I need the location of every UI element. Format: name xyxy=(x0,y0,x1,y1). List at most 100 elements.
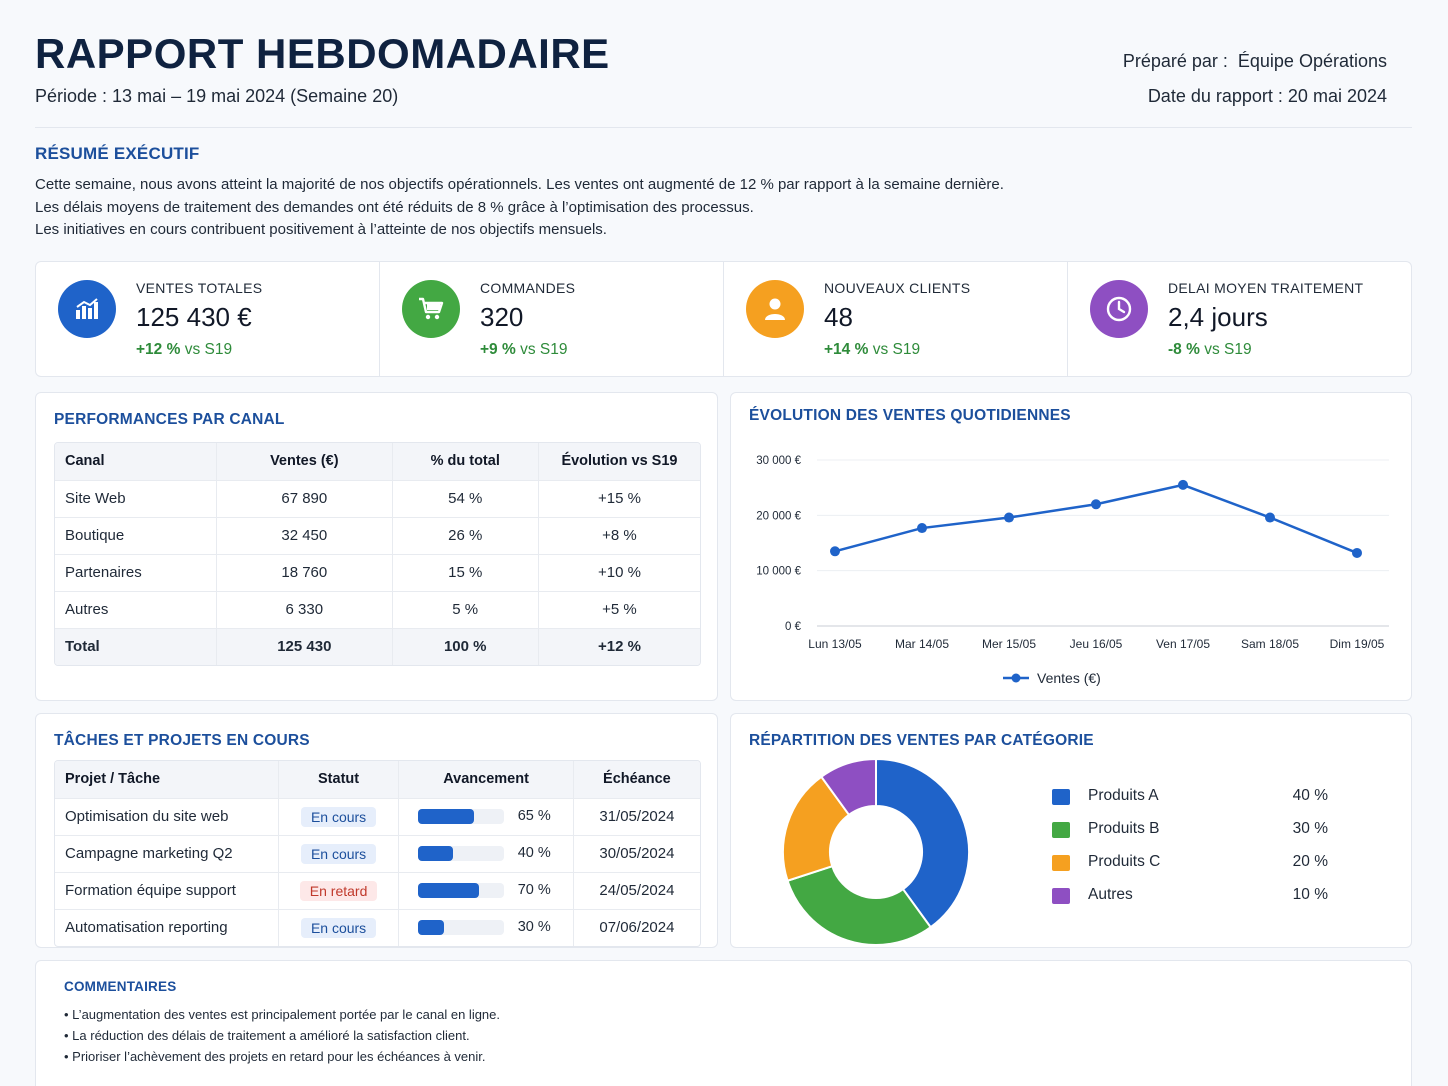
due-date: 30/05/2024 xyxy=(572,834,700,872)
kpi-value: 2,4 jours xyxy=(1168,302,1268,332)
legend-label: Autres xyxy=(1088,886,1133,903)
legend-label: Produits C xyxy=(1088,853,1161,870)
report-header: RAPPORT HEBDOMADAIRE Période : 13 mai – … xyxy=(35,30,1412,128)
status-cell: En cours xyxy=(277,908,399,946)
kpi-value: 320 xyxy=(480,302,524,332)
table-cell: 125 430 xyxy=(216,627,392,665)
legend-item: Produits A 40 % xyxy=(1052,787,1332,809)
table-cell: 67 890 xyxy=(216,479,392,517)
table-row: Automatisation reporting En cours 30 % 0… xyxy=(55,908,700,946)
table-header-row: Canal Ventes (€) % du total Évolution vs… xyxy=(55,443,700,480)
legend-label: Produits A xyxy=(1088,787,1159,804)
task-name: Automatisation reporting xyxy=(55,908,279,946)
comments-block: COMMENTAIRES L’augmentation des ventes e… xyxy=(64,979,500,1067)
report-date-label: Date du rapport : xyxy=(1147,86,1283,106)
legend-value: 20 % xyxy=(1292,853,1328,870)
due-date: 07/06/2024 xyxy=(572,908,700,946)
status-badge: En cours xyxy=(300,843,377,864)
line-chart: 0 € 10 000 € 20 000 € 30 000 € Lun 13/05 Mar … xyxy=(756,455,1389,686)
kpi-delta: +9 % xyxy=(480,341,516,358)
legend-value: 30 % xyxy=(1292,820,1328,837)
table-cell: Site Web xyxy=(55,479,217,517)
x-tick-label: Lun 13/05 xyxy=(808,637,862,651)
y-tick-label: 30 000 € xyxy=(756,455,801,467)
report-date: Date du rapport : 20 mai 2024 xyxy=(1123,79,1387,114)
column-header: Évolution vs S19 xyxy=(537,443,700,480)
user-icon xyxy=(746,280,804,338)
summary-title: RÉSUMÉ EXÉCUTIF xyxy=(35,144,200,163)
kpi-change: +14 % vs S19 xyxy=(824,341,920,359)
kpi-change: +9 % vs S19 xyxy=(480,341,567,359)
table-total-row: Total 125 430 100 % +12 % xyxy=(55,627,700,665)
comment-item: La réduction des délais de traitement a … xyxy=(64,1025,500,1046)
table-cell: Total xyxy=(55,627,217,665)
legend-item: Autres 10 % xyxy=(1052,886,1332,908)
comment-item: L’augmentation des ventes est principale… xyxy=(64,1004,500,1025)
prepared-by-label: Préparé par : xyxy=(1122,51,1228,71)
bar-chart-icon xyxy=(58,280,116,338)
progress-fill xyxy=(418,919,445,935)
legend-item: Produits C 20 % xyxy=(1052,853,1332,875)
data-point xyxy=(917,523,927,534)
status-badge: En cours xyxy=(300,917,377,938)
kpi-label: NOUVEAUX CLIENTS xyxy=(824,280,971,296)
progress-label: 65 % xyxy=(517,807,551,824)
table-row: Autres 6 330 5 % +5 % xyxy=(55,590,700,628)
x-tick-label: Mer 15/05 xyxy=(982,637,1036,651)
data-point xyxy=(830,546,840,557)
comments-panel: COMMENTAIRES L’augmentation des ventes e… xyxy=(35,960,1412,1086)
progress-bar xyxy=(418,808,505,824)
tasks-panel: TÂCHES ET PROJETS EN COURS Projet / Tâch… xyxy=(35,713,718,948)
kpi-value: 125 430 € xyxy=(136,302,252,332)
data-point xyxy=(1091,499,1101,510)
table-cell: 100 % xyxy=(391,627,539,665)
column-header: Avancement xyxy=(398,761,574,798)
legend-value: 40 % xyxy=(1292,787,1328,804)
due-date: 24/05/2024 xyxy=(572,871,700,909)
legend-swatch xyxy=(1052,822,1070,838)
kpi-change: -8 % vs S19 xyxy=(1168,341,1252,359)
channels-panel: PERFORMANCES PAR CANAL Canal Ventes (€) … xyxy=(35,392,718,701)
legend-label: Ventes (€) xyxy=(1037,670,1101,686)
legend-label: Produits B xyxy=(1088,820,1160,837)
status-cell: En retard xyxy=(277,871,399,909)
y-tick-label: 20 000 € xyxy=(756,510,801,522)
legend-item: Produits B 30 % xyxy=(1052,820,1332,842)
y-tick-label: 10 000 € xyxy=(756,566,801,578)
table-cell: 32 450 xyxy=(216,516,392,554)
progress-cell: 30 % xyxy=(398,908,574,946)
column-header: Canal xyxy=(55,443,217,480)
table-cell: 18 760 xyxy=(216,553,392,591)
data-point xyxy=(1352,547,1362,558)
data-point xyxy=(1265,512,1275,523)
donut-slice xyxy=(786,864,933,946)
table-cell: 6 330 xyxy=(216,590,392,628)
cart-icon xyxy=(402,280,460,338)
kpi-processing-time: DELAI MOYEN TRAITEMENT 2,4 jours -8 % vs… xyxy=(1068,262,1411,376)
table-header-row: Projet / Tâche Statut Avancement Échéanc… xyxy=(55,761,700,798)
x-tick-label: Dim 19/05 xyxy=(1330,637,1385,651)
column-header: % du total xyxy=(391,443,539,480)
comments-list: L’augmentation des ventes est principale… xyxy=(64,1004,500,1067)
table-cell: 15 % xyxy=(391,553,539,591)
legend-swatch xyxy=(1052,888,1070,904)
summary-line: Cette semaine, nous avons atteint la maj… xyxy=(35,176,1004,193)
prepared-by: Préparé par : Équipe Opérations xyxy=(1123,44,1387,79)
kpi-delta: -8 % xyxy=(1168,341,1200,358)
x-tick-label: Jeu 16/05 xyxy=(1070,637,1123,651)
x-tick-label: Ven 17/05 xyxy=(1156,637,1210,651)
kpi-label: DELAI MOYEN TRAITEMENT xyxy=(1168,280,1364,296)
task-name: Formation équipe support xyxy=(55,871,279,909)
kpi-delta: +12 % xyxy=(136,341,181,358)
summary-line: Les initiatives en cours contribuent pos… xyxy=(35,221,607,238)
channels-title: PERFORMANCES PAR CANAL xyxy=(54,411,285,428)
kpi-label: VENTES TOTALES xyxy=(136,280,263,296)
status-cell: En cours xyxy=(277,797,399,835)
data-point xyxy=(1178,479,1188,490)
task-name: Campagne marketing Q2 xyxy=(55,834,279,872)
donut-chart xyxy=(782,757,970,946)
kpi-vs: vs S19 xyxy=(872,341,921,358)
data-point xyxy=(1004,512,1014,523)
x-tick-label: Sam 18/05 xyxy=(1241,637,1299,651)
progress-fill xyxy=(418,808,475,824)
